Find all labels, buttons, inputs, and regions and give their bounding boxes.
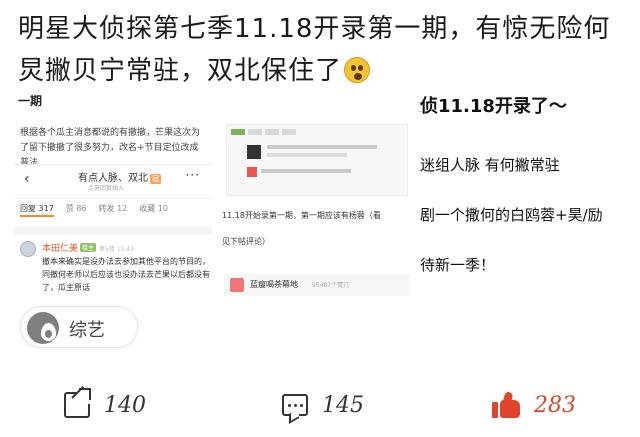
like-count: 283 [534, 392, 576, 418]
share-button[interactable]: 140 [64, 388, 146, 420]
stat-replies: 回复 317 [20, 203, 54, 217]
topic-chip-label: 综艺 [69, 320, 105, 341]
comment-button[interactable]: 145 [282, 390, 364, 420]
thread-title: 有点人脉、双北冠 [78, 173, 161, 184]
comment-count: 145 [322, 392, 364, 418]
more-icon: ··· [185, 168, 200, 182]
stat-likes: 赞 86 [65, 204, 87, 213]
op-badge: 楼主 [80, 243, 97, 252]
post-title-text: 明星大侦探第七季11.18开录第一期，有惊无险何炅撇贝宁常驻，双北保住了 [18, 14, 611, 86]
thumbs-up-icon [492, 391, 520, 418]
panel3-row-4: 待新一季！ [420, 256, 496, 274]
panel1-heading: 一期 [18, 94, 43, 108]
account-meta: 95487个赞几 [312, 282, 350, 289]
thread-tag: 冠 [150, 174, 161, 184]
panel3-headline: 侦11.18开录了～ [420, 96, 567, 117]
panel2-footer: 蓝瘦喝茶幕地 95487个赞几 [224, 274, 410, 296]
panel3-row-2: 迷组人脉 有何撇常驻 [420, 156, 560, 174]
account-name: 蓝瘦喝茶幕地 [250, 280, 298, 289]
collage-image-1[interactable]: 一期 根据各个瓜主消息都说的有撤撤，芒果这次为了留下撤撤了很多努力，改名+节目定… [14, 86, 212, 348]
collage-image-3[interactable]: 侦11.18开录了～ 迷组人脉 有何撇常驻 剧一个撒何的白鸥蓉+昊/励 待新一季… [418, 86, 626, 348]
share-count: 140 [104, 392, 146, 418]
astonished-face-emoji-icon [344, 57, 371, 83]
avatar [20, 241, 36, 257]
divider [14, 227, 212, 235]
thread-nav-bar: ‹ 有点人脉、双北冠 点夹回复插入 ··· [14, 165, 212, 199]
stat-favorites: 收藏 10 [139, 204, 169, 213]
comment-text: 撤本来确实是没办法去参加其他平台的节目的，同撤何老师以后应该也没办法去芒果以后都… [42, 257, 210, 292]
thread-stats: 回复 317 赞 86 转发 12 收藏 10 [20, 203, 210, 217]
comment-icon [282, 394, 308, 416]
like-button[interactable]: 283 [492, 390, 576, 420]
panel3-row-3: 剧一个撒何的白鸥蓉+昊/励 [420, 206, 603, 224]
share-icon [64, 388, 91, 418]
stat-reposts: 转发 12 [98, 204, 128, 213]
embedded-screenshot [226, 124, 408, 196]
comment-meta: 第5楼 11:43 [99, 246, 135, 253]
panel2-text-line-1: 11.18开始录第一期，第一期应该有杨蓉（看 [222, 211, 381, 220]
post-title: 明星大侦探第七季11.18开录第一期，有惊无险何炅撇贝宁常驻，双北保住了 [18, 8, 628, 92]
flame-icon [27, 312, 59, 344]
post-action-bar: 140 145 283 [0, 370, 640, 437]
topic-chip-variety[interactable]: 综艺 [20, 306, 138, 348]
account-avatar [230, 278, 244, 292]
image-collage[interactable]: 一期 根据各个瓜主消息都说的有撤撤，芒果这次为了留下撤撤了很多努力，改名+节目定… [14, 86, 626, 348]
collage-image-2[interactable]: 11.18开始录第一期，第一期应该有杨蓉（看 见下帖评论） 蓝瘦喝茶幕地 954… [214, 86, 414, 348]
thread-subtitle: 点夹回复插入 [88, 185, 125, 192]
panel2-text-line-2: 见下帖评论） [222, 237, 270, 246]
comment-user: 本田仁美 楼主 第5楼 11:43 [42, 243, 135, 254]
back-arrow-icon: ‹ [24, 171, 30, 187]
